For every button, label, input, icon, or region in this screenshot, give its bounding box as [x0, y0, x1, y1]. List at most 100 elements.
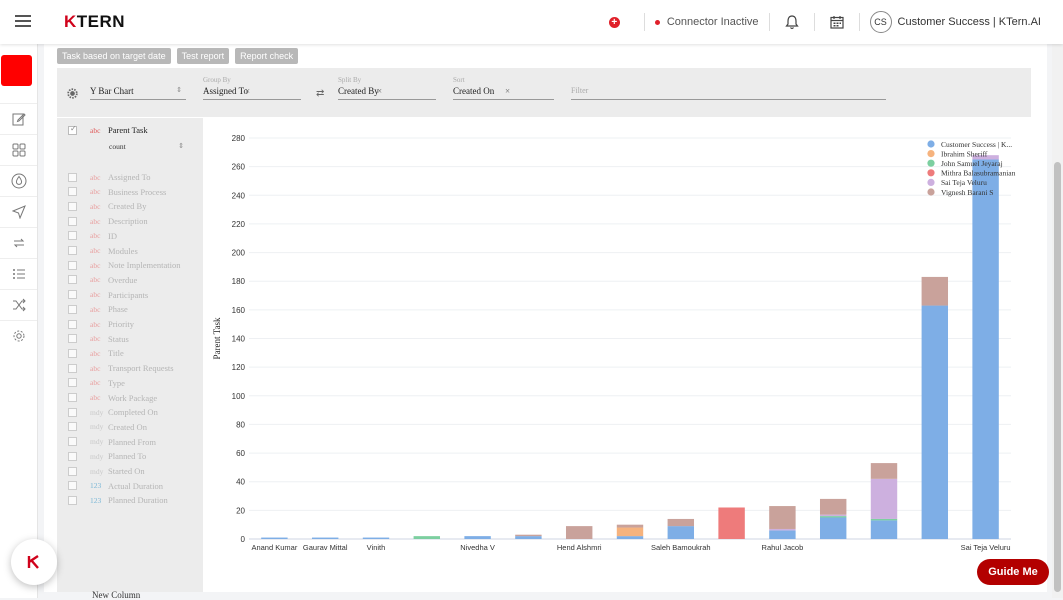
bar-segment[interactable] [972, 159, 999, 539]
bar-segment[interactable] [769, 528, 796, 531]
bar-segment[interactable] [616, 524, 644, 528]
bar-segment[interactable] [769, 506, 796, 529]
field-row[interactable]: abc Description [68, 214, 148, 228]
field-checkbox[interactable] [68, 348, 77, 358]
bell-icon[interactable] [784, 14, 800, 30]
legend-label[interactable]: Mithra Balasubramanian [941, 169, 1016, 178]
field-row[interactable]: abc Transport Requests [68, 361, 174, 375]
split-by-field[interactable]: Created By × [338, 86, 436, 100]
field-row[interactable]: abc Note Implementation [68, 258, 180, 272]
field-row[interactable]: abc Business Process [68, 185, 166, 199]
ktern-assistant-icon[interactable] [11, 539, 57, 585]
bar-segment[interactable] [870, 463, 898, 479]
bar-segment[interactable] [870, 478, 898, 519]
legend-label[interactable]: John Samuel Jeyaraj [941, 159, 1003, 168]
field-checkbox[interactable] [68, 495, 77, 505]
field-row[interactable]: 123 Actual Duration [68, 479, 163, 493]
sync-icon[interactable] [0, 227, 37, 258]
bar-segment[interactable] [261, 537, 288, 539]
clear-sort-icon[interactable]: × [505, 86, 510, 96]
settings-gear-icon[interactable] [67, 86, 78, 104]
avatar[interactable]: CS [869, 11, 892, 33]
field-checkbox[interactable] [68, 216, 77, 226]
field-row[interactable]: mdy Completed On [68, 405, 158, 419]
bar-segment[interactable] [819, 514, 847, 517]
field-checkbox[interactable] [68, 260, 77, 270]
field-row[interactable]: abc Assigned To [68, 170, 150, 184]
field-row[interactable]: abc Participants [68, 288, 148, 302]
bar-segment[interactable] [921, 305, 949, 539]
bar-segment[interactable] [667, 518, 695, 527]
drop-icon[interactable] [0, 165, 37, 196]
guide-me-button[interactable]: Guide Me [977, 559, 1049, 585]
field-row[interactable]: mdy Created On [68, 420, 147, 434]
field-row[interactable]: abc Phase [68, 302, 128, 316]
bar-segment[interactable] [616, 527, 644, 537]
field-checkbox[interactable] [68, 201, 77, 211]
field-row[interactable]: abc Priority [68, 317, 134, 331]
field-checkbox[interactable] [68, 437, 77, 447]
add-icon[interactable]: + [608, 16, 620, 28]
clear-group-by-icon[interactable]: × [245, 86, 250, 96]
filter-field[interactable]: Filter [571, 86, 886, 100]
field-row[interactable]: abc Work Package [68, 391, 157, 405]
sort-field[interactable]: Created On × [453, 86, 554, 100]
field-checkbox[interactable] [68, 275, 77, 285]
field-checkbox[interactable] [68, 466, 77, 476]
aggregation-select[interactable]: count ⇕ [109, 139, 184, 153]
measure-row[interactable]: ✓ abc Parent Task [68, 123, 148, 137]
field-checkbox[interactable] [68, 393, 77, 402]
report-check-button[interactable]: Report check [235, 48, 299, 64]
bar-segment[interactable] [870, 518, 898, 521]
field-checkbox[interactable] [68, 187, 77, 197]
ktern-logo[interactable]: KTERN [64, 12, 125, 32]
bar-segment[interactable] [819, 517, 847, 539]
field-checkbox[interactable] [68, 481, 77, 491]
field-checkbox[interactable] [68, 290, 77, 300]
field-checkbox[interactable] [68, 246, 77, 255]
legend-label[interactable]: Ibrahim Sheriff [941, 149, 988, 158]
field-checkbox[interactable] [68, 422, 77, 432]
field-checkbox[interactable] [68, 172, 77, 182]
field-row[interactable]: abc Status [68, 332, 129, 346]
field-checkbox[interactable] [68, 363, 77, 373]
field-row[interactable]: mdy Started On [68, 464, 145, 478]
field-checkbox[interactable] [68, 451, 77, 461]
clear-split-by-icon[interactable]: × [377, 86, 382, 96]
task-target-date-button[interactable]: Task based on target date [57, 48, 171, 64]
calendar-icon[interactable] [829, 14, 845, 30]
chart-type-select[interactable]: Y Bar Chart ⇕ [90, 86, 186, 100]
field-row[interactable]: 123 Planned Duration [68, 493, 168, 507]
hamburger-menu-icon[interactable] [15, 15, 31, 28]
bar-segment[interactable] [718, 507, 745, 539]
measure-checkbox[interactable]: ✓ [68, 124, 77, 135]
bar-segment[interactable] [819, 516, 847, 518]
bar-segment[interactable] [921, 276, 949, 306]
field-checkbox[interactable] [68, 407, 77, 417]
edit-icon[interactable] [0, 103, 37, 134]
bar-segment[interactable] [464, 536, 491, 539]
field-row[interactable]: mdy Planned To [68, 449, 146, 463]
legend-label[interactable]: Customer Success | K... [941, 140, 1012, 149]
legend-label[interactable]: Vignesh Barani S [941, 188, 993, 197]
new-column-button[interactable]: New Column [92, 590, 140, 600]
legend-label[interactable]: Sai Teja Veluru [941, 178, 987, 187]
field-row[interactable]: abc Title [68, 346, 124, 360]
user-name[interactable]: Customer Success | KTern.AI [898, 16, 1041, 28]
bar-segment[interactable] [515, 536, 542, 539]
field-checkbox[interactable] [68, 319, 77, 329]
bar-segment[interactable] [515, 534, 542, 537]
field-row[interactable]: abc Overdue [68, 273, 137, 287]
sidebar-active-item[interactable] [1, 55, 32, 86]
shuffle-icon[interactable] [0, 289, 37, 320]
field-row[interactable]: abc Type [68, 376, 125, 390]
test-report-button[interactable]: Test report [176, 48, 230, 64]
field-row[interactable]: mdy Planned From [68, 435, 156, 449]
group-by-field[interactable]: Assigned To × [203, 86, 301, 100]
bar-segment[interactable] [565, 526, 593, 539]
field-row[interactable]: abc Modules [68, 244, 138, 258]
send-icon[interactable] [0, 196, 37, 227]
field-checkbox[interactable] [68, 231, 77, 241]
field-checkbox[interactable] [68, 334, 77, 344]
field-checkbox[interactable] [68, 378, 77, 388]
